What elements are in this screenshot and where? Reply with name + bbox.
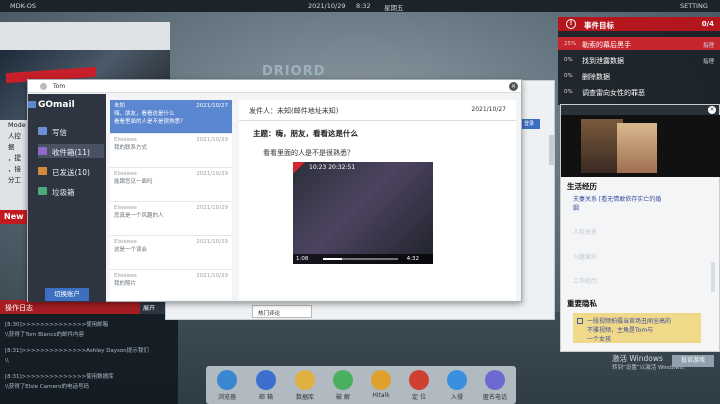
- message-reader: 发件人：未知(邮件地址未知) 2021/10/27 主题：嗨，朋友，看看这是什么…: [239, 100, 516, 300]
- goal-item[interactable]: 0% 找到泄露数据 指理: [558, 53, 720, 66]
- profile-item-locked: 工作经历: [573, 278, 598, 285]
- message-body: 看看里面的人是不是很熟悉？: [263, 149, 354, 157]
- checkbox-icon: [577, 318, 583, 324]
- divider: [239, 120, 516, 121]
- comment-dropdown[interactable]: 热门评论: [252, 305, 312, 318]
- goal-item[interactable]: 25% 勒索的幕后黑手 指理: [558, 37, 720, 50]
- dock-locate[interactable]: 定 位: [404, 370, 434, 401]
- list-item[interactable]: Elsieeee 2021/10/29 这是一个误会: [110, 236, 232, 270]
- map-label: DRIORD: [262, 64, 326, 79]
- scrollbar[interactable]: [711, 262, 715, 292]
- mail-user: Tom: [53, 83, 66, 90]
- video-player[interactable]: 10:23 20:32:51 1:08 4:32: [293, 162, 433, 264]
- profile-note[interactable]: 夫妻关系 [看无情敢依存实亡的婚姻: [573, 195, 661, 213]
- goal-item[interactable]: 0% 删除数据: [558, 69, 720, 82]
- mail-icon: [256, 370, 276, 390]
- profile-item-locked: 人际关系: [573, 229, 598, 236]
- event-goals-panel: ! 事件目标 0/4 25% 勒索的幕后黑手 指理 0% 找到泄露数据 指理 0% 删除数…: [558, 17, 720, 105]
- folder-compose[interactable]: 写信: [38, 124, 104, 138]
- os-name: MDK-OS: [10, 2, 36, 10]
- video-controls: 1:08 4:32: [293, 254, 433, 264]
- top-weekday: 星期五: [384, 4, 404, 12]
- compose-icon: [38, 127, 47, 135]
- intrude-icon: [447, 370, 467, 390]
- news-text: Mode 人控据 ，提 ，接 分工: [8, 121, 26, 184]
- goals-count: 0/4: [701, 20, 714, 28]
- mail-sidebar: GOmail 写信 收件箱(11) 已发送(10) 垃圾箱 切换账户: [28, 94, 106, 302]
- section-heading: 生活经历: [567, 182, 597, 191]
- scrollbar[interactable]: [549, 135, 554, 165]
- app-dock: 浏览器 邮 箱 数据库 破 解 Hitalk 定 位 入侵 匿名电话: [206, 366, 516, 404]
- browser-icon: [217, 370, 237, 390]
- dock-browser[interactable]: 浏览器: [212, 370, 242, 401]
- folder-trash[interactable]: 垃圾箱: [38, 184, 104, 198]
- user-icon: [40, 83, 47, 90]
- mail-brand: GOmail: [38, 100, 75, 110]
- message-date: 2021/10/27: [471, 106, 506, 113]
- trash-icon: [38, 187, 47, 195]
- dock-mail[interactable]: 邮 箱: [251, 370, 281, 401]
- inbox-icon: [38, 147, 47, 155]
- profile-photos: [561, 115, 720, 177]
- list-item[interactable]: 未知 2021/10/27 嗨，朋友，看看这是什么 看看里面的人是不是很熟悉？: [110, 100, 232, 134]
- folder-sent[interactable]: 已发送(10): [38, 164, 104, 178]
- dock-database[interactable]: 数据库: [290, 370, 320, 401]
- message-sender: 发件人：未知(邮件地址未知): [249, 107, 339, 115]
- section-heading: 重要隐私: [567, 299, 597, 308]
- switch-account-button[interactable]: 切换账户: [45, 288, 89, 301]
- profile-item-locked: 兴趣爱好: [573, 254, 598, 261]
- mail-window: Tom × GOmail 写信 收件箱(11) 已发送(10) 垃圾箱 切换账户…: [27, 79, 522, 302]
- message-list: 未知 2021/10/27 嗨，朋友，看看这是什么 看看里面的人是不是很熟悉？ El…: [110, 100, 232, 300]
- top-time: 8:32: [356, 2, 371, 10]
- avatar: [617, 123, 657, 173]
- close-icon[interactable]: ×: [708, 106, 716, 114]
- list-item[interactable]: Elsieeee 2021/10/29 我的联系方式: [110, 134, 232, 168]
- list-item[interactable]: Elsieeee 2021/10/29 我的照片: [110, 270, 232, 300]
- phone-icon: [485, 370, 505, 390]
- log-line: [8:31]>>>>>>>>>>>>>>Ashley Dayson提示我们: [5, 348, 149, 354]
- record-icon: [293, 162, 305, 174]
- message-subject: 主题：嗨，朋友，看看这是什么: [253, 129, 358, 138]
- log-line: \\: [5, 358, 9, 364]
- log-line: [8:31]>>>>>>>>>>>>>>使用数据库: [5, 374, 114, 380]
- alert-icon: !: [566, 19, 576, 29]
- sent-icon: [38, 167, 47, 175]
- video-duration: 4:32: [406, 256, 419, 262]
- close-icon[interactable]: ×: [509, 82, 518, 91]
- complaint-button[interactable]: 投诉游戏: [672, 355, 714, 367]
- privacy-item[interactable]: 一段视频拍摄当官场丑闻全高的 不雅视频，主角是Tom与 一个女孩: [573, 313, 701, 343]
- mail-titlebar: Tom ×: [28, 80, 521, 93]
- operation-log: 操作日志 [8:30]>>>>>>>>>>>>>>使用邮箱 \\获得了Tom B…: [0, 300, 178, 404]
- top-bar: MDK-OS 2021/10/29 8:32 星期五 SETTING: [0, 0, 720, 12]
- video-progress[interactable]: [323, 258, 398, 260]
- log-line: [8:30]>>>>>>>>>>>>>>使用邮箱: [5, 322, 109, 328]
- dock-intrude[interactable]: 入侵: [442, 370, 472, 401]
- video-elapsed: 1:08: [296, 256, 309, 262]
- log-line: \\获得了Elsie Carnero的电话号码: [5, 384, 89, 390]
- settings-button[interactable]: SETTING: [680, 2, 708, 10]
- list-item[interactable]: Elsieeee 2021/10/29 您真是一个风趣的人: [110, 202, 232, 236]
- log-line: \\获得了Tom Blanco的邮件内容: [5, 332, 85, 338]
- mail-logo-icon: [28, 101, 36, 108]
- folder-inbox[interactable]: 收件箱(11): [38, 144, 104, 158]
- dock-hitalk[interactable]: Hitalk: [366, 370, 396, 399]
- top-date: 2021/10/29: [308, 2, 346, 10]
- location-pin-icon: [409, 370, 429, 390]
- database-icon: [295, 370, 315, 390]
- profile-panel: × 生活经历 夫妻关系 [看无情敢依存实亡的婚姻 人际关系 兴趣爱好 工作经历 …: [560, 104, 720, 352]
- list-item[interactable]: Elsieeee 2021/10/29 能跟您见一面吗: [110, 168, 232, 202]
- video-timestamp: 10:23 20:32:51: [309, 164, 356, 171]
- goals-header: ! 事件目标 0/4: [558, 17, 720, 31]
- goal-item[interactable]: 0% 调查雷向女性的罪恶: [558, 85, 720, 98]
- dock-anon-call[interactable]: 匿名电话: [480, 370, 510, 401]
- dock-crack[interactable]: 破 解: [328, 370, 358, 401]
- crack-icon: [333, 370, 353, 390]
- hitalk-icon: [371, 370, 391, 390]
- profile-titlebar: ×: [561, 105, 719, 115]
